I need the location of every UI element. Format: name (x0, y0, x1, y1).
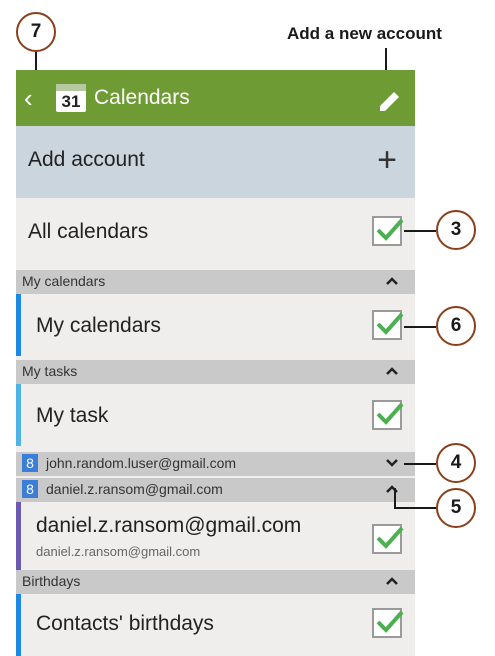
john-account-section-header[interactable]: 8 john.random.luser@gmail.com (16, 452, 415, 476)
chevron-up-icon[interactable] (383, 480, 401, 498)
contacts-birthdays-label: Contacts' birthdays (36, 612, 214, 635)
my-task-label: My task (36, 404, 109, 427)
callout-5: 5 (436, 488, 476, 528)
contacts-birthdays-row[interactable]: Contacts' birthdays (16, 594, 415, 656)
all-calendars-row[interactable]: All calendars (16, 198, 415, 264)
add-account-row[interactable]: Add account + (16, 126, 415, 198)
section-header-label: My calendars (22, 273, 106, 289)
calendar-icon-header (56, 84, 86, 91)
calendar-color-bar (16, 594, 21, 656)
back-arrow-icon[interactable]: ‹ (24, 84, 42, 112)
checkmark-icon (376, 218, 404, 241)
account-email-label: daniel.z.ransom@gmail.com (46, 481, 223, 497)
google-account-icon: 8 (22, 480, 38, 498)
all-calendars-checkbox[interactable] (372, 216, 404, 246)
my-calendars-row[interactable]: My calendars (16, 294, 415, 356)
daniel-calendar-checkbox[interactable] (372, 524, 404, 554)
task-color-bar (16, 384, 21, 446)
section-header-label: My tasks (22, 363, 78, 379)
calendar-icon-day: 31 (61, 92, 81, 111)
callout-3: 3 (436, 210, 476, 250)
my-calendars-label: My calendars (36, 314, 161, 337)
all-calendars-label: All calendars (28, 220, 149, 243)
callout-6: 6 (436, 306, 476, 346)
daniel-account-section-header[interactable]: 8 daniel.z.ransom@gmail.com (16, 478, 415, 502)
calendar-app-icon: 31 (56, 84, 86, 112)
chevron-up-icon[interactable] (383, 572, 401, 590)
callout-4-leader (404, 463, 436, 465)
checkmark-icon (376, 610, 404, 633)
checkmark-icon (376, 312, 404, 335)
section-header-label: Birthdays (22, 573, 81, 589)
callout-3-leader (404, 230, 436, 232)
my-tasks-section-header[interactable]: My tasks (16, 360, 415, 384)
checkmark-icon (376, 402, 404, 425)
chevron-down-icon[interactable] (383, 454, 401, 472)
app-bar: ‹ 31 Calendars (16, 70, 415, 126)
account-email-label: john.random.luser@gmail.com (46, 455, 237, 471)
google-account-icon: 8 (22, 454, 38, 472)
callout-7: 7 (16, 12, 56, 52)
add-account-label: Add account (28, 148, 145, 171)
page-title: Calendars (94, 86, 190, 109)
my-task-checkbox[interactable] (372, 400, 404, 430)
daniel-calendar-sublabel: daniel.z.ransom@gmail.com (36, 544, 201, 559)
chevron-up-icon[interactable] (383, 362, 401, 380)
contacts-birthdays-checkbox[interactable] (372, 608, 404, 638)
callout-4: 4 (436, 443, 476, 483)
my-calendars-section-header[interactable]: My calendars (16, 270, 415, 294)
edit-pencil-icon[interactable] (377, 86, 403, 112)
daniel-calendar-label: daniel.z.ransom@gmail.com (36, 514, 302, 537)
callout-6-leader (404, 326, 436, 328)
chevron-up-icon[interactable] (383, 272, 401, 290)
daniel-calendar-row[interactable]: daniel.z.ransom@gmail.com daniel.z.ranso… (16, 502, 415, 572)
calendar-color-bar (16, 502, 21, 572)
calendar-color-bar (16, 294, 21, 356)
my-calendars-checkbox[interactable] (372, 310, 404, 340)
checkmark-icon (376, 526, 404, 549)
phone-screen: ‹ 31 Calendars Add account + All calenda… (16, 70, 415, 656)
callout-5-leader (394, 507, 436, 509)
add-account-plus-icon[interactable]: + (377, 140, 397, 180)
birthdays-section-header[interactable]: Birthdays (16, 570, 415, 594)
annotation-add-new-account: Add a new account (287, 24, 442, 43)
my-task-row[interactable]: My task (16, 384, 415, 446)
callout-5-leader-vertical (394, 488, 396, 508)
